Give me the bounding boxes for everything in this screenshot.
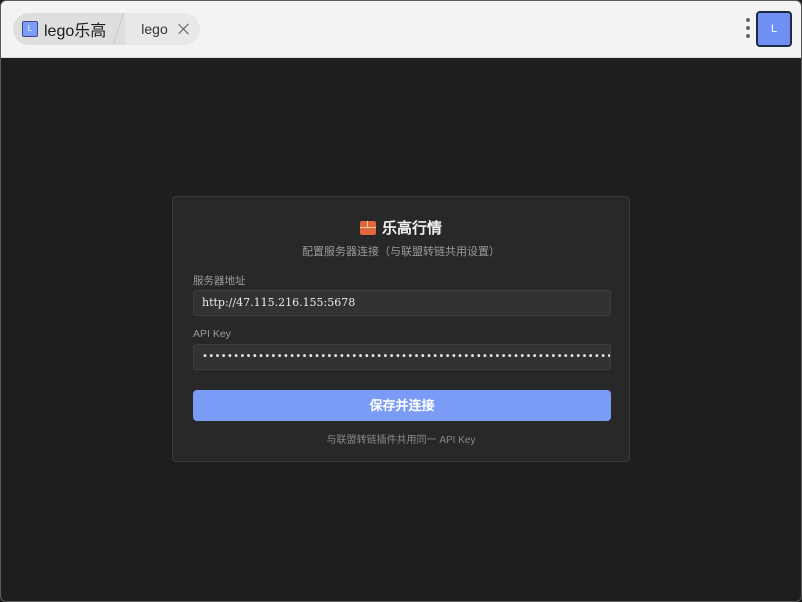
- server-address-label: 服务器地址: [193, 275, 246, 287]
- api-key-label: API Key: [193, 328, 231, 340]
- avatar[interactable]: L: [756, 11, 792, 47]
- tab-lego-main[interactable]: L lego乐高: [13, 13, 125, 45]
- app-window: L lego乐高 lego L 乐高行情 配置服务器连接（与联盟转链共用设置） …: [0, 0, 802, 602]
- more-menu-icon[interactable]: [743, 16, 753, 42]
- tab-lego[interactable]: lego: [125, 13, 200, 45]
- title-bar: L lego乐高 lego L: [1, 1, 801, 58]
- settings-card: 乐高行情 配置服务器连接（与联盟转链共用设置） 服务器地址 http://47.…: [172, 196, 630, 462]
- tab-label: lego乐高: [44, 23, 107, 40]
- server-address-input[interactable]: http://47.115.216.155:5678: [193, 290, 611, 316]
- card-title: 乐高行情: [173, 217, 629, 238]
- card-footer-note: 与联盟转链插件共用同一 API Key: [326, 435, 476, 446]
- card-subtitle: 配置服务器连接（与联盟转链共用设置）: [302, 246, 500, 258]
- favicon-icon: L: [22, 21, 38, 37]
- save-connect-button[interactable]: 保存并连接: [193, 390, 611, 421]
- tab-group: L lego乐高 lego: [13, 13, 200, 45]
- api-key-input[interactable]: ••••••••••••••••••••••••••••••••••••••••…: [193, 344, 611, 370]
- tab-label: lego: [141, 21, 168, 37]
- close-icon[interactable]: [178, 23, 190, 35]
- card-title-text: 乐高行情: [381, 220, 442, 237]
- brick-icon: [359, 220, 376, 235]
